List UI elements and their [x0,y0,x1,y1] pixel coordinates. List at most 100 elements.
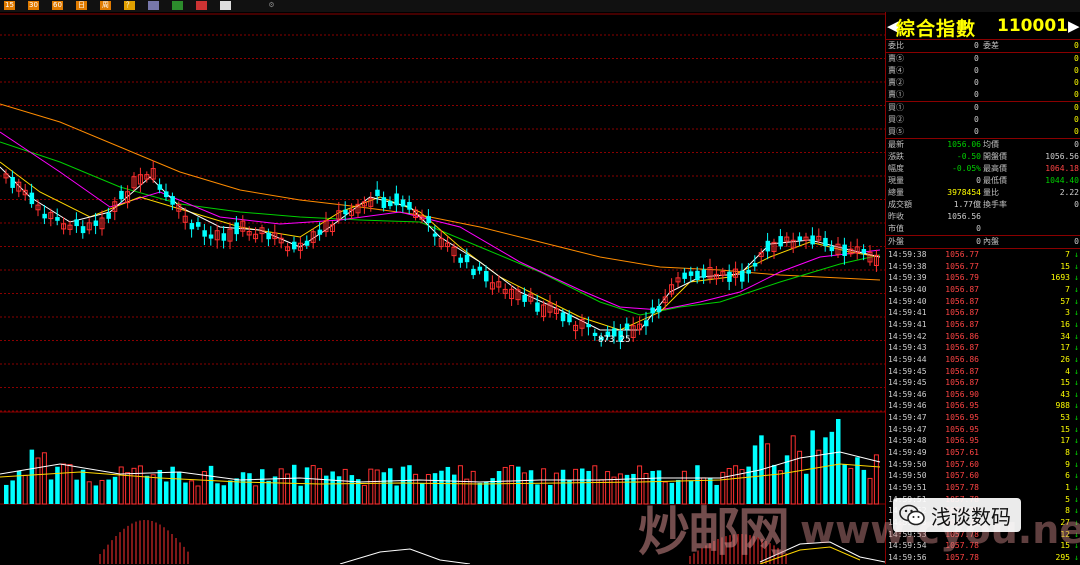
tick-direction-arrow-icon: ↓ [1074,343,1079,353]
order-book-price: 0 [974,66,979,75]
quote-label: 總量 [888,188,904,197]
toolbar-button-5[interactable]: ？ [124,1,135,10]
tick-direction-arrow-icon: ↓ [1074,250,1079,259]
toolbar-button-8[interactable] [196,1,207,10]
toolbar-button-6[interactable] [148,1,159,10]
quote-row: 最新 1056.06 均價 0 [886,139,1080,151]
candle-body [157,184,163,190]
tick-direction-arrow-icon: ↓ [1074,483,1079,492]
toolbar-button-4[interactable]: 周 [100,1,111,10]
tick-direction-arrow-icon: ↓ [1074,308,1079,318]
tick-volume: 1693 [1050,273,1070,283]
volume-bar [516,466,521,504]
candle-body [797,236,803,241]
volume-bar [221,485,227,504]
candle-body [208,234,214,239]
tick-direction-arrow-icon: ↓ [1074,319,1079,329]
candle-body [170,196,175,205]
volume-bar [292,464,297,504]
tick-time: 14:59:51 [888,483,927,492]
candle-body [464,254,470,263]
volume-bar [381,472,387,504]
tick-price: 1056.87 [945,378,979,388]
candle-body [842,244,847,256]
tick-volume: 7 [1065,250,1070,259]
volume-bar [183,482,188,504]
volume-bar [29,449,35,504]
toolbar-button-10[interactable]: ⚙ [266,1,277,10]
toolbar-button-3[interactable]: 日 [76,1,87,10]
quote-value-2: 1064.18 [1045,164,1079,173]
toolbar-button-9[interactable] [220,1,231,10]
tick-time: 14:59:41 [888,308,927,318]
candle-body [560,312,566,322]
volume-bar [112,476,118,504]
order-book-row: 委比 0 委差 0 [886,40,1080,52]
candle-body [426,216,431,224]
tick-direction-arrow-icon: ↓ [1074,494,1079,504]
candle-body [740,270,745,282]
tick-row: 14:59:49 1057.61 8 ↓ [886,447,1080,459]
tick-direction-arrow-icon: ↓ [1074,424,1079,434]
toolbar-button-2[interactable]: 60 [52,1,63,10]
toolbar-button-7[interactable] [172,1,183,10]
candle-body [695,270,700,280]
tick-row: 14:59:47 1056.95 15 ↓ [886,424,1080,436]
tick-volume: 15 [1060,424,1070,434]
volume-bar [208,465,214,504]
toolbar-button-0[interactable]: 15 [4,1,15,10]
next-symbol-arrow-icon[interactable]: ▶ [1068,17,1080,35]
tick-price: 1057.78 [945,552,979,562]
tick-row: 14:59:50 1057.60 9 ↓ [886,459,1080,471]
tick-time: 14:59:42 [888,331,927,341]
candle-body [10,177,15,188]
kline-chart[interactable]: 873.25 [0,12,885,564]
volume-bar [810,430,815,504]
candle-body [656,306,662,313]
toolbar-button-1[interactable]: 30 [28,1,39,10]
candle-body [42,213,47,219]
volume-bar [420,483,425,504]
tick-row: 14:59:39 1056.79 1693 ↓ [886,272,1080,284]
volume-bar [228,480,233,504]
tick-row: 14:59:46 1056.95 988 ↓ [886,400,1080,412]
quote-label: 市值 [888,224,904,233]
order-book-row: 賣① 0 0 [886,89,1080,101]
quote-value-2: 0 [1074,200,1079,209]
tick-volume: 295 [1055,552,1070,562]
tick-price: 1057.78 [945,483,979,492]
quote-panel: ◀ 綜合指數 110001 ▶ 委比 0 委差 0 賣⑤ 0 0 賣④ 0 0 賣② 0 0 賣① 0 0 買①… [885,12,1080,564]
volume-bar [407,465,412,504]
tick-volume: 43 [1060,389,1070,399]
tick-row: 14:59:40 1056.87 7 ↓ [886,284,1080,296]
tick-price: 1056.87 [945,296,979,306]
quote-label-2: 開盤價 [983,152,1007,161]
candle-body [861,249,867,254]
candle-body [202,230,207,237]
volume-bar [55,466,60,504]
quote-label-2: 換手率 [983,200,1007,209]
volume-bar [157,469,163,504]
tick-direction-arrow-icon: ↓ [1074,436,1079,446]
quote-label-2: 最低價 [983,176,1007,185]
candle-body [196,222,201,227]
volume-bar [548,484,553,504]
tick-time: 14:59:48 [888,436,927,446]
tick-price: 1056.87 [945,308,979,318]
order-book-row: 賣② 0 0 [886,77,1080,89]
candle-body [93,220,99,226]
tick-row: 14:59:44 1056.86 26 ↓ [886,354,1080,366]
tick-price: 1057.60 [945,471,979,481]
candle-body [484,271,489,282]
order-book-row: 買① 0 0 [886,102,1080,114]
quote-label-2: 內盤 [983,237,999,246]
tick-volume: 8 [1065,448,1070,458]
volume-bar [855,457,860,504]
tick-row: 14:59:41 1056.87 3 ↓ [886,307,1080,319]
candle-body [106,212,111,219]
candle-body [304,240,310,246]
tick-price: 1057.60 [945,459,979,469]
tick-time: 14:59:44 [888,354,927,364]
volume-bar [804,473,809,504]
candle-body [234,222,239,235]
